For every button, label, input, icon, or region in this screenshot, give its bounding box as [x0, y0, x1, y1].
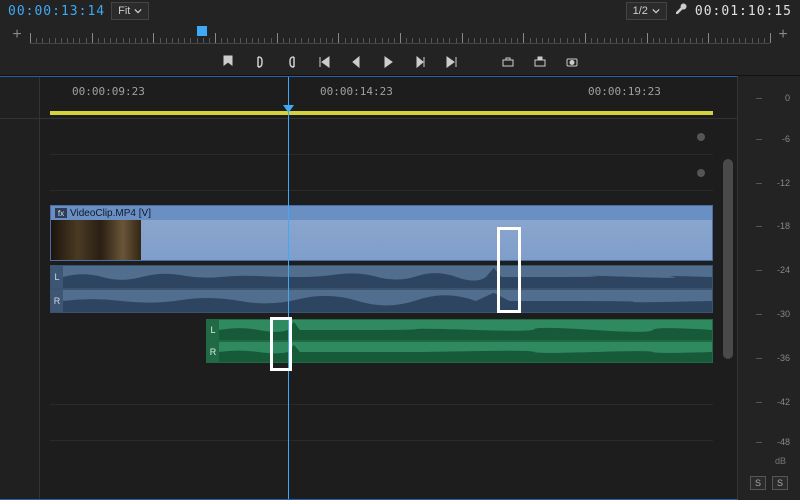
video-clip[interactable]: fx VideoClip.MP4 [V]	[50, 205, 713, 261]
zoom-in-left-icon[interactable]: +	[10, 26, 24, 44]
clip-title: VideoClip.MP4 [V]	[70, 208, 151, 219]
ruler-label: 00:00:14:23	[320, 85, 393, 98]
timeline-panel: 00:00:09:23 00:00:14:23 00:00:19:23 fx V…	[0, 76, 738, 500]
audio-music-right[interactable]: R	[206, 341, 713, 363]
meter-scale-label: -12	[764, 178, 790, 188]
meter-scale-label: -48	[764, 437, 790, 447]
navigator-strip: + +	[0, 22, 800, 48]
meter-scale-label: -36	[764, 353, 790, 363]
vertical-scrollbar[interactable]	[723, 159, 733, 359]
transport-controls	[0, 48, 800, 76]
top-bar: 00:00:13:14 Fit 1/2 00:01:10:15	[0, 0, 800, 22]
fx-badge-icon[interactable]: fx	[55, 208, 67, 218]
meter-scale-label: -18	[764, 221, 790, 231]
meter-scale: 0 -6 -12 -18 -24 -30 -36 -42 -48	[748, 86, 792, 452]
zoom-fit-label: Fit	[118, 5, 130, 17]
export-frame-button[interactable]	[563, 53, 581, 71]
channel-label-l: L	[51, 266, 63, 288]
mark-out-button[interactable]	[283, 53, 301, 71]
audio-meter: 0 -6 -12 -18 -24 -30 -36 -42 -48 dB S S	[738, 76, 800, 500]
go-to-in-button[interactable]	[315, 53, 333, 71]
resolution-label: 1/2	[633, 5, 648, 17]
ruler-label: 00:00:19:23	[588, 85, 661, 98]
meter-scale-label: -30	[764, 309, 790, 319]
mark-in-button[interactable]	[251, 53, 269, 71]
ruler-label: 00:00:09:23	[72, 85, 145, 98]
waveform	[63, 266, 712, 288]
step-back-button[interactable]	[347, 53, 365, 71]
waveform	[63, 290, 712, 312]
chevron-down-icon	[652, 7, 660, 15]
chevron-down-icon	[134, 7, 142, 15]
program-timecode[interactable]: 00:01:10:15	[695, 4, 792, 19]
step-forward-button[interactable]	[411, 53, 429, 71]
solo-button-left[interactable]: S	[750, 476, 766, 490]
audio-clip-left[interactable]: L	[50, 265, 713, 289]
audio-clip-right[interactable]: R	[50, 289, 713, 313]
db-unit-label: dB	[775, 456, 786, 466]
lift-button[interactable]	[499, 53, 517, 71]
waveform	[219, 342, 712, 362]
channel-label-r: R	[207, 342, 219, 362]
work-area-bar[interactable]	[50, 111, 713, 115]
navigator-ruler[interactable]	[30, 26, 770, 44]
meter-scale-label: 0	[764, 93, 790, 103]
lane-handle-icon[interactable]	[697, 133, 705, 141]
zoom-in-right-icon[interactable]: +	[776, 26, 790, 44]
extract-button[interactable]	[531, 53, 549, 71]
marker-add-button[interactable]	[219, 53, 237, 71]
solo-button-right[interactable]: S	[772, 476, 788, 490]
audio-music-left[interactable]: L	[206, 319, 713, 341]
channel-label-l: L	[207, 320, 219, 340]
meter-scale-label: -42	[764, 397, 790, 407]
play-button[interactable]	[379, 53, 397, 71]
channel-label-r: R	[51, 290, 63, 312]
go-to-out-button[interactable]	[443, 53, 461, 71]
tracks-area: fx VideoClip.MP4 [V] L R	[0, 119, 737, 499]
meter-scale-label: -6	[764, 134, 790, 144]
playhead[interactable]	[288, 77, 289, 499]
clip-thumbnail	[51, 220, 141, 260]
waveform	[219, 320, 712, 340]
timeline-ruler[interactable]: 00:00:09:23 00:00:14:23 00:00:19:23	[0, 77, 737, 119]
navigator-playhead-icon[interactable]	[197, 26, 207, 36]
clip-header: fx VideoClip.MP4 [V]	[51, 206, 712, 220]
source-timecode[interactable]: 00:00:13:14	[8, 4, 105, 19]
meter-scale-label: -24	[764, 265, 790, 275]
zoom-fit-select[interactable]: Fit	[111, 2, 149, 20]
settings-wrench-icon[interactable]	[673, 2, 689, 21]
lane-handle-icon[interactable]	[697, 169, 705, 177]
resolution-select[interactable]: 1/2	[626, 2, 667, 20]
